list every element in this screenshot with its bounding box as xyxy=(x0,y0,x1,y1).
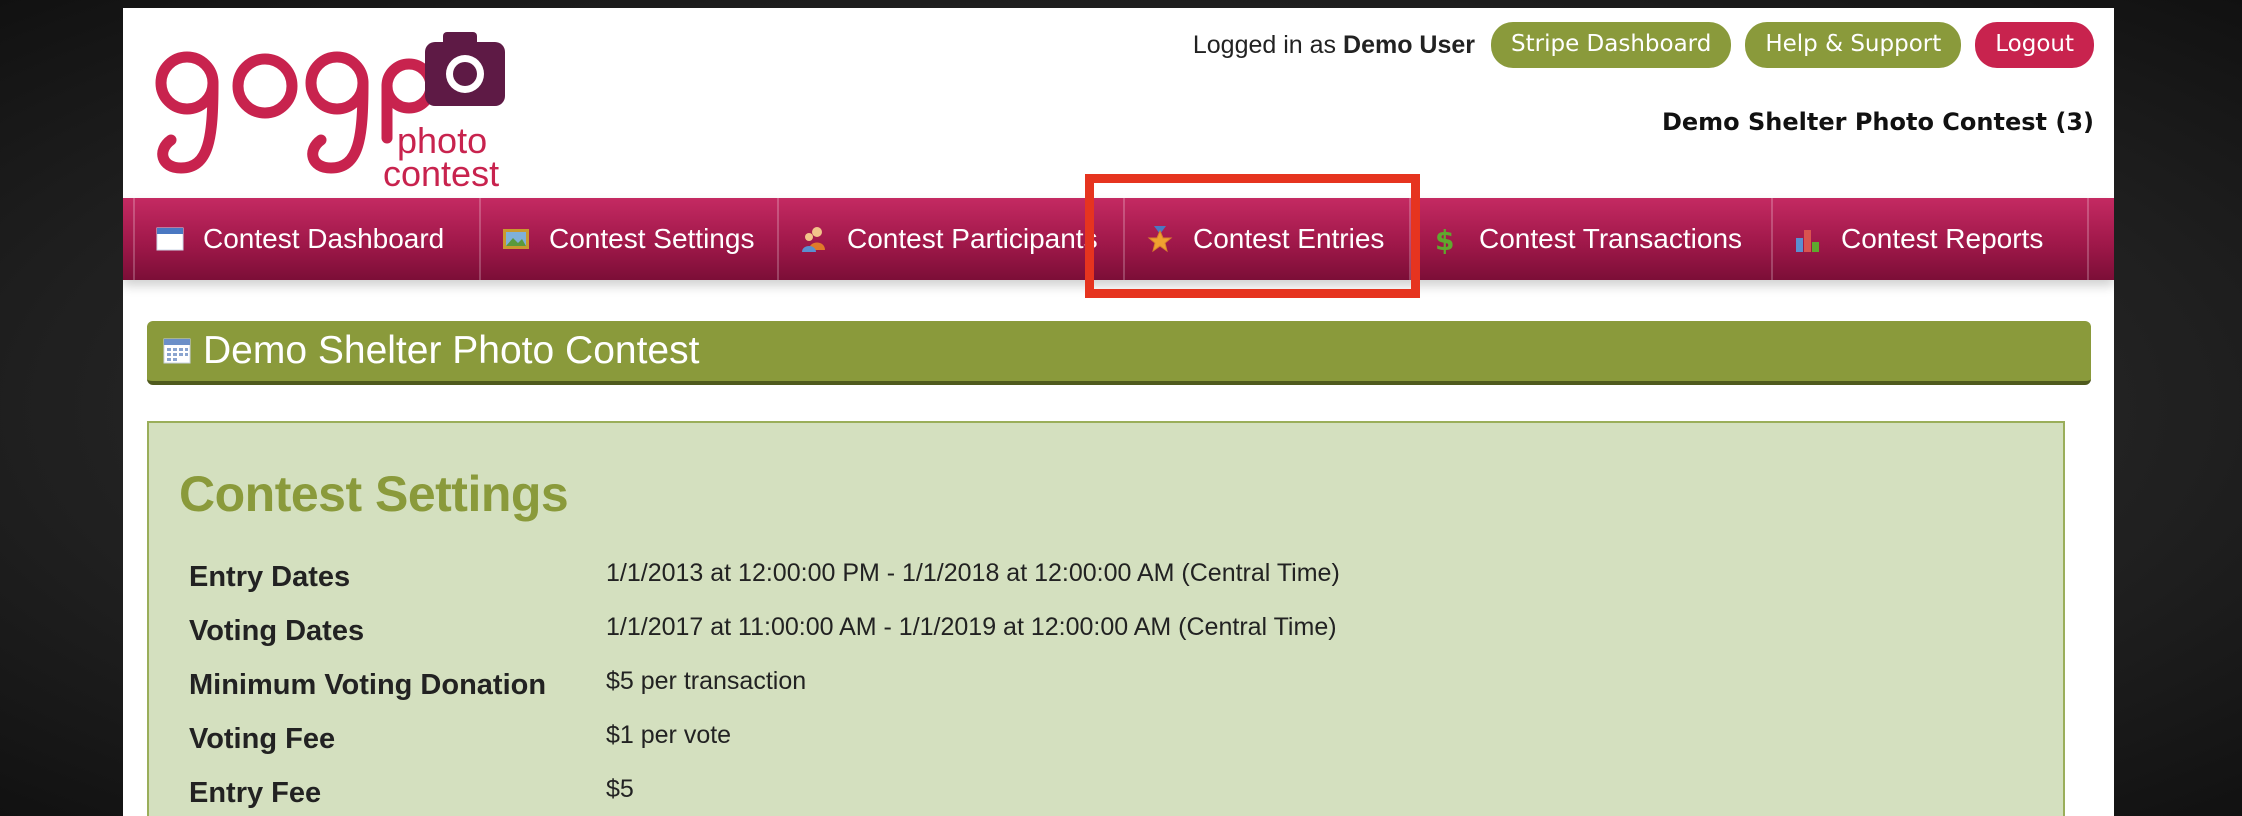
setting-label: Voting Fee xyxy=(189,723,336,755)
calendar-icon xyxy=(163,338,191,364)
nav-label: Contest Transactions xyxy=(1479,223,1743,254)
header-actions: Logged in as Demo User Stripe Dashboard … xyxy=(1193,22,2094,68)
setting-label: Entry Fee xyxy=(189,777,322,809)
nav-item-contest-participants[interactable]: Contest Participants xyxy=(777,198,1123,280)
setting-row-minimum-voting-donation: Minimum Voting Donation $5 per transacti… xyxy=(189,667,2049,709)
setting-value: $1 per vote xyxy=(606,721,732,749)
people-icon xyxy=(802,227,825,252)
nav-label: Contest Reports xyxy=(1841,223,2044,254)
nav-item-contest-entries[interactable]: Contest Entries xyxy=(1123,198,1409,280)
setting-value: $5 per transaction xyxy=(606,667,807,695)
setting-row-voting-fee: Voting Fee $1 per vote xyxy=(189,721,2049,763)
logout-button[interactable]: Logout xyxy=(1975,22,2094,68)
bar-chart-icon xyxy=(1796,230,1819,252)
login-prefix: Logged in as xyxy=(1192,30,1337,59)
setting-label: Minimum Voting Donation xyxy=(189,669,547,701)
stripe-dashboard-button[interactable]: Stripe Dashboard xyxy=(1491,22,1732,68)
setting-label: Entry Dates xyxy=(189,561,351,593)
calendar-window-icon xyxy=(156,227,184,251)
setting-row-voting-dates: Voting Dates 1/1/2017 at 11:00:00 AM - 1… xyxy=(189,613,2049,655)
setting-value: $5 xyxy=(606,775,634,803)
nav-label: Contest Participants xyxy=(847,223,1098,254)
setting-value: 1/1/2017 at 11:00:00 AM - 1/1/2019 at 12… xyxy=(606,613,1337,641)
nav-label: Contest Entries xyxy=(1193,223,1385,254)
nav-item-contest-dashboard[interactable]: Contest Dashboard xyxy=(133,198,479,280)
setting-row-entry-dates: Entry Dates 1/1/2013 at 12:00:00 PM - 1/… xyxy=(189,559,2049,601)
gogo-photo-contest-logo[interactable]: photo contest xyxy=(147,28,507,188)
user-name: Demo User xyxy=(1343,30,1476,59)
svg-text:$: $ xyxy=(1435,224,1454,254)
setting-value: 1/1/2013 at 12:00:00 PM - 1/1/2018 at 12… xyxy=(606,559,1340,587)
dollar-icon: $ xyxy=(1435,224,1454,254)
current-contest-name: Demo Shelter Photo Contest (3) xyxy=(1661,108,2094,136)
nav-item-contest-settings[interactable]: Contest Settings xyxy=(479,198,777,280)
picture-frame-icon xyxy=(503,229,529,249)
setting-row-entry-fee: Entry Fee $5 xyxy=(189,775,2049,816)
page-title: Demo Shelter Photo Contest xyxy=(203,329,700,372)
help-support-button[interactable]: Help & Support xyxy=(1745,22,1962,68)
contest-title-bar: Demo Shelter Photo Contest xyxy=(147,321,2091,385)
logo-contest-text: contest xyxy=(383,153,499,188)
nav-item-contest-reports[interactable]: Contest Reports xyxy=(1771,198,2089,280)
settings-heading: Contest Settings xyxy=(179,466,569,522)
nav-item-contest-transactions[interactable]: $ Contest Transactions xyxy=(1409,198,1771,280)
setting-label: Voting Dates xyxy=(189,615,365,647)
nav-label: Contest Settings xyxy=(549,223,755,254)
main-nav: Contest Dashboard Contest Settings Conte… xyxy=(123,198,2114,280)
star-medal-icon xyxy=(1147,226,1173,253)
login-status: Logged in as Demo User xyxy=(1193,31,1475,60)
contest-settings-panel: Contest Settings Entry Dates 1/1/2013 at… xyxy=(147,421,2065,816)
nav-label: Contest Dashboard xyxy=(203,223,445,254)
app-page: photo contest Logged in as Demo User Str… xyxy=(123,8,2114,816)
